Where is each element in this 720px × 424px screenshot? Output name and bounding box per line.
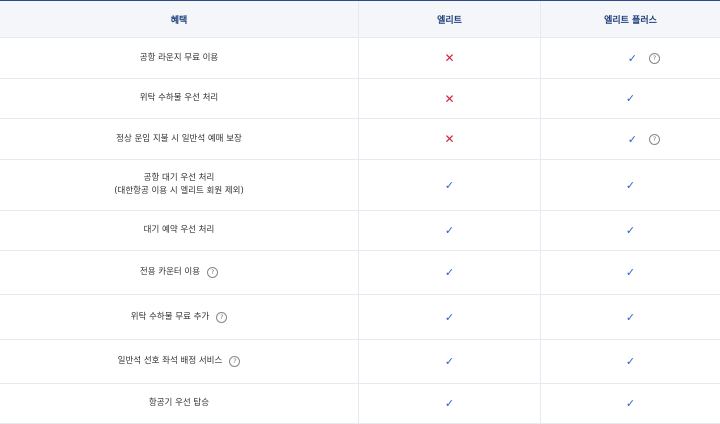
elite-plus-cell: ✓ bbox=[541, 160, 720, 210]
benefit-label: 위탁 수하물 우선 처리 bbox=[140, 92, 219, 105]
elite-cell: ✕ bbox=[359, 119, 541, 159]
table-row: 위탁 수하물 우선 처리 ✕ ✓ bbox=[0, 79, 720, 119]
check-icon: ✓ bbox=[625, 266, 636, 279]
elite-plus-cell: ✓ bbox=[541, 79, 720, 118]
elite-cell: ✓ bbox=[359, 295, 541, 339]
header-elite-plus: 엘리트 플러스 bbox=[604, 15, 657, 26]
table-row: 정상 운임 지불 시 일반석 예매 보장 ✕ ✓? bbox=[0, 119, 720, 160]
cross-icon: ✕ bbox=[444, 132, 455, 146]
check-icon: ✓ bbox=[444, 224, 455, 237]
table-body: 공항 라운지 무료 이용 ✕ ✓? 위탁 수하물 우선 처리 ✕ ✓ 정상 운임 지불 시 … bbox=[0, 38, 720, 424]
elite-plus-cell: ✓ bbox=[541, 384, 720, 423]
table-row: 전용 카운터 이용? ✓ ✓ bbox=[0, 251, 720, 295]
elite-cell: ✕ bbox=[359, 38, 541, 78]
check-icon: ✓ bbox=[627, 132, 637, 146]
elite-plus-cell: ✓ bbox=[541, 340, 720, 383]
benefit-cell: 전용 카운터 이용? bbox=[0, 251, 359, 294]
check-icon: ✓ bbox=[444, 397, 455, 410]
benefit-label: 공항 라운지 무료 이용 bbox=[140, 52, 219, 65]
table-row: 일반석 선호 좌석 배정 서비스? ✓ ✓ bbox=[0, 340, 720, 384]
check-icon: ✓ bbox=[444, 178, 455, 192]
benefit-cell: 정상 운임 지불 시 일반석 예매 보장 bbox=[0, 119, 359, 159]
benefit-cell: 대기 예약 우선 처리 bbox=[0, 211, 359, 250]
benefit-cell: 일반석 선호 좌석 배정 서비스? bbox=[0, 340, 359, 383]
header-benefit: 혜택 bbox=[0, 1, 359, 37]
benefit-text: 전용 카운터 이용 bbox=[139, 267, 201, 277]
elite-cell: ✓ bbox=[359, 384, 541, 423]
question-circle-icon[interactable]: ? bbox=[649, 133, 660, 145]
benefit-cell: 위탁 수하물 우선 처리 bbox=[0, 79, 359, 118]
check-icon: ✓ bbox=[444, 355, 455, 368]
benefit-text: 위탁 수하물 무료 추가 bbox=[130, 311, 210, 322]
check-icon: ✓ bbox=[444, 310, 455, 324]
elite-plus-cell: ✓ bbox=[541, 251, 720, 294]
elite-plus-cell: ✓? bbox=[541, 119, 720, 159]
check-icon: ✓ bbox=[625, 178, 636, 192]
benefit-label: 대기 예약 우선 처리 bbox=[144, 224, 215, 237]
elite-plus-cell: ✓ bbox=[541, 211, 720, 250]
benefit-text: 정상 운임 지불 시 일반석 예매 보장 bbox=[116, 133, 242, 144]
benefit-cell: 위탁 수하물 무료 추가? bbox=[0, 295, 359, 339]
table-row: 대기 예약 우선 처리 ✓ ✓ bbox=[0, 211, 720, 251]
check-icon: ✓ bbox=[625, 224, 636, 237]
cross-icon: ✕ bbox=[444, 51, 455, 65]
benefit-cell: 공항 라운지 무료 이용 bbox=[0, 38, 359, 78]
elite-cell: ✓ bbox=[359, 211, 541, 250]
header-elite: 엘리트 bbox=[359, 1, 541, 37]
elite-cell: ✓ bbox=[359, 340, 541, 383]
check-icon: ✓ bbox=[625, 397, 636, 410]
benefit-text: 항공기 우선 탑승 bbox=[148, 398, 210, 408]
benefit-label: 정상 운임 지불 시 일반석 예매 보장 bbox=[116, 133, 242, 146]
benefit-label: 위탁 수하물 무료 추가? bbox=[131, 311, 228, 324]
benefit-text: 일반석 선호 좌석 배정 서비스 bbox=[117, 356, 223, 366]
benefits-table: 혜택 엘리트 엘리트 플러스 공항 라운지 무료 이용 ✕ ✓? 위탁 수하물 우선 … bbox=[0, 0, 720, 424]
check-icon: ✓ bbox=[625, 310, 636, 324]
benefit-label: 항공기 우선 탑승 bbox=[149, 397, 209, 410]
elite-cell: ✓ bbox=[359, 251, 541, 294]
check-icon: ✓ bbox=[627, 51, 637, 65]
elite-plus-cell: ✓ bbox=[541, 295, 720, 339]
table-row: 항공기 우선 탑승 ✓ ✓ bbox=[0, 384, 720, 424]
table-row: 공항 라운지 무료 이용 ✕ ✓? bbox=[0, 38, 720, 79]
benefit-text: 공항 대기 우선 처리 bbox=[143, 173, 215, 183]
benefit-text: 대기 예약 우선 처리 bbox=[143, 225, 215, 235]
check-icon: ✓ bbox=[444, 266, 455, 279]
benefit-text: 공항 라운지 무료 이용 bbox=[139, 52, 219, 63]
elite-cell: ✓ bbox=[359, 160, 541, 210]
benefit-text: 위탁 수하물 우선 처리 bbox=[139, 93, 219, 103]
benefit-cell: 공항 대기 우선 처리 (대한항공 이용 시 엘리트 회원 제외) bbox=[0, 160, 359, 210]
question-circle-icon[interactable]: ? bbox=[207, 267, 219, 278]
table-row: 위탁 수하물 무료 추가? ✓ ✓ bbox=[0, 295, 720, 340]
benefit-subtext: (대한항공 이용 시 엘리트 회원 제외) bbox=[114, 186, 244, 196]
table-row: 공항 대기 우선 처리 (대한항공 이용 시 엘리트 회원 제외) ✓ ✓ bbox=[0, 160, 720, 211]
question-circle-icon[interactable]: ? bbox=[229, 356, 241, 367]
check-icon: ✓ bbox=[625, 92, 636, 105]
elite-plus-cell: ✓? bbox=[541, 38, 720, 78]
table-header-row: 혜택 엘리트 엘리트 플러스 bbox=[0, 1, 720, 38]
benefit-label: 공항 대기 우선 처리 (대한항공 이용 시 엘리트 회원 제외) bbox=[114, 172, 244, 198]
benefit-cell: 항공기 우선 탑승 bbox=[0, 384, 359, 423]
cross-icon: ✕ bbox=[444, 91, 455, 106]
benefit-label: 일반석 선호 좌석 배정 서비스? bbox=[118, 355, 241, 368]
check-icon: ✓ bbox=[625, 355, 636, 368]
elite-cell: ✕ bbox=[359, 79, 541, 118]
question-circle-icon[interactable]: ? bbox=[649, 52, 660, 64]
question-circle-icon[interactable]: ? bbox=[216, 311, 228, 323]
benefit-label: 전용 카운터 이용? bbox=[139, 266, 219, 279]
